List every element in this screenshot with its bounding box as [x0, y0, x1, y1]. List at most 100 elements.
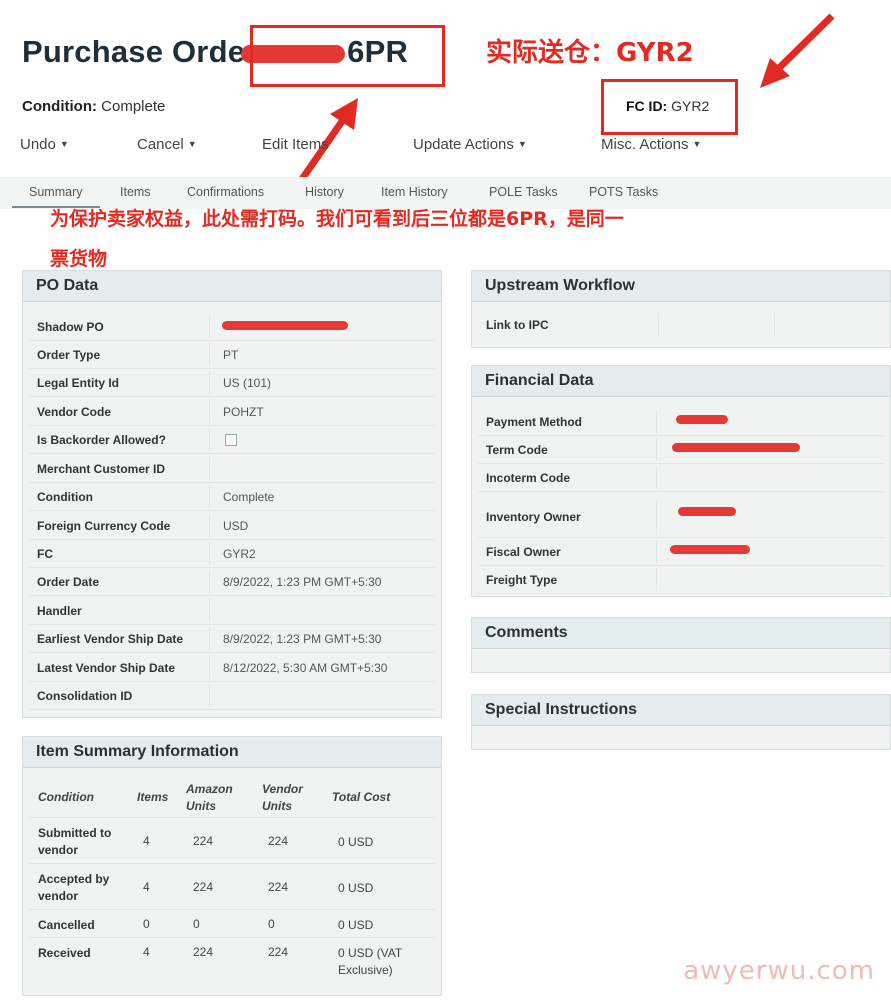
column-divider: [209, 371, 210, 394]
special-instructions-panel: Special Instructions: [471, 694, 891, 750]
field-row: Condition Complete: [29, 483, 435, 511]
chevron-down-icon: ▼: [59, 139, 69, 149]
field-value: GYR2: [223, 547, 256, 561]
field-label: Shadow PO: [37, 320, 104, 334]
row-divider: [29, 863, 435, 864]
field-row: Handler: [29, 597, 435, 625]
watermark: awyerwu.com: [683, 956, 875, 986]
field-row: Legal Entity Id US (101): [29, 369, 435, 397]
column-divider: [209, 428, 210, 451]
summary-cell-vendor: 0: [268, 917, 275, 931]
summary-cell-vendor: 224: [268, 880, 289, 894]
field-label: Is Backorder Allowed?: [37, 433, 166, 447]
column-divider: [209, 485, 210, 508]
field-label: Term Code: [486, 443, 548, 457]
col-amazon-units: Amazon Units: [186, 782, 233, 813]
summary-cell-vendor: 224: [268, 945, 289, 959]
field-row: Consolidation ID: [29, 682, 435, 710]
column-divider: [656, 410, 657, 433]
column-divider: [656, 501, 657, 535]
tab-item-history[interactable]: Item History: [381, 185, 448, 199]
summary-cell-cost: 0 USD: [338, 881, 374, 895]
po-data-panel: PO Data Shadow PO Order Type PT Legal Entit…: [22, 270, 442, 718]
tab-pots-tasks[interactable]: POTS Tasks: [589, 185, 658, 199]
column-divider: [209, 542, 210, 565]
misc-actions-menu[interactable]: Misc. Actions ▼: [601, 136, 701, 153]
field-row: Merchant Customer ID: [29, 455, 435, 483]
field-row: Freight Type: [478, 566, 884, 594]
field-label: Incoterm Code: [486, 471, 571, 485]
col-vendor-units: Vendor Units: [262, 782, 303, 813]
cancel-menu[interactable]: Cancel ▼: [137, 136, 197, 153]
field-label: Earliest Vendor Ship Date: [37, 632, 184, 646]
column-divider: [209, 457, 210, 480]
summary-cell-cost: 0 USD (VAT Exclusive): [338, 946, 403, 977]
field-value: 8/9/2022, 1:23 PM GMT+5:30: [223, 632, 382, 646]
redaction-mark: [222, 321, 348, 330]
field-value: Complete: [223, 490, 275, 504]
special-instructions-header: Special Instructions: [472, 695, 890, 726]
column-divider: [656, 438, 657, 461]
update-actions-menu[interactable]: Update Actions ▼: [413, 136, 527, 153]
col-total-cost: Total Cost: [332, 790, 391, 804]
field-label: Consolidation ID: [37, 689, 133, 703]
field-label: Condition: [37, 490, 93, 504]
column-divider: [209, 656, 210, 679]
column-divider: [656, 540, 657, 563]
undo-menu[interactable]: Undo ▼: [20, 136, 69, 153]
summary-cell-amazon: 0: [193, 917, 200, 931]
column-divider: [209, 343, 210, 366]
summary-cell-cost: 0 USD: [338, 918, 374, 932]
redaction-mark: [678, 507, 736, 516]
tab-pole-tasks[interactable]: POLE Tasks: [489, 185, 558, 199]
tab-confirmations[interactable]: Confirmations: [187, 185, 264, 199]
field-label: Payment Method: [486, 415, 583, 429]
financial-data-panel: Financial Data Payment Method Term Code In…: [471, 365, 891, 597]
field-row: Foreign Currency Code USD: [29, 512, 435, 540]
po-data-header: PO Data: [23, 271, 441, 302]
field-row: Latest Vendor Ship Date 8/12/2022, 5:30 A…: [29, 654, 435, 682]
tab-history[interactable]: History: [305, 185, 344, 199]
column-divider: [209, 627, 210, 650]
po-condition: Condition: Complete: [22, 98, 166, 115]
field-label: FC: [37, 547, 53, 561]
field-row: Incoterm Code: [478, 464, 884, 492]
row-divider: [29, 817, 435, 818]
tab-summary[interactable]: Summary: [29, 185, 82, 199]
field-value: US (101): [223, 376, 272, 390]
field-label: Order Date: [37, 575, 100, 589]
row-divider: [29, 937, 435, 938]
field-label: Inventory Owner: [486, 510, 581, 524]
chevron-down-icon: ▼: [692, 139, 702, 149]
summary-row-label: Cancelled: [38, 918, 95, 932]
field-row: FC GYR2: [29, 540, 435, 568]
field-value: PT: [223, 348, 239, 362]
field-row: Order Type PT: [29, 341, 435, 369]
field-row: Is Backorder Allowed?: [29, 426, 435, 454]
col-condition: Condition: [38, 790, 94, 804]
column-divider: [209, 514, 210, 537]
summary-cell-vendor: 224: [268, 834, 289, 848]
field-row: Vendor Code POHZT: [29, 398, 435, 426]
field-label: Legal Entity Id: [37, 376, 120, 390]
title-highlight-box: [250, 25, 445, 87]
field-value: POHZT: [223, 405, 264, 419]
summary-row-label: Accepted by vendor: [38, 872, 110, 903]
summary-cell-items: 4: [143, 945, 150, 959]
chevron-down-icon: ▼: [517, 139, 527, 149]
field-label: Merchant Customer ID: [37, 462, 166, 476]
column-divider: [209, 400, 210, 423]
col-items: Items: [137, 790, 169, 804]
summary-cell-cost: 0 USD: [338, 835, 374, 849]
tab-items[interactable]: Items: [120, 185, 151, 199]
summary-cell-amazon: 224: [193, 834, 214, 848]
field-row: Fiscal Owner: [478, 538, 884, 566]
field-value: USD: [223, 519, 249, 533]
summary-cell-items: 4: [143, 834, 150, 848]
upstream-workflow-header: Upstream Workflow: [472, 271, 890, 302]
chevron-down-icon: ▼: [187, 139, 197, 149]
field-row: Order Date 8/9/2022, 1:23 PM GMT+5:30: [29, 568, 435, 596]
backorder-checkbox[interactable]: [225, 434, 237, 446]
field-value: 8/12/2022, 5:30 AM GMT+5:30: [223, 661, 388, 675]
edit-items-button[interactable]: Edit Items: [262, 136, 329, 153]
